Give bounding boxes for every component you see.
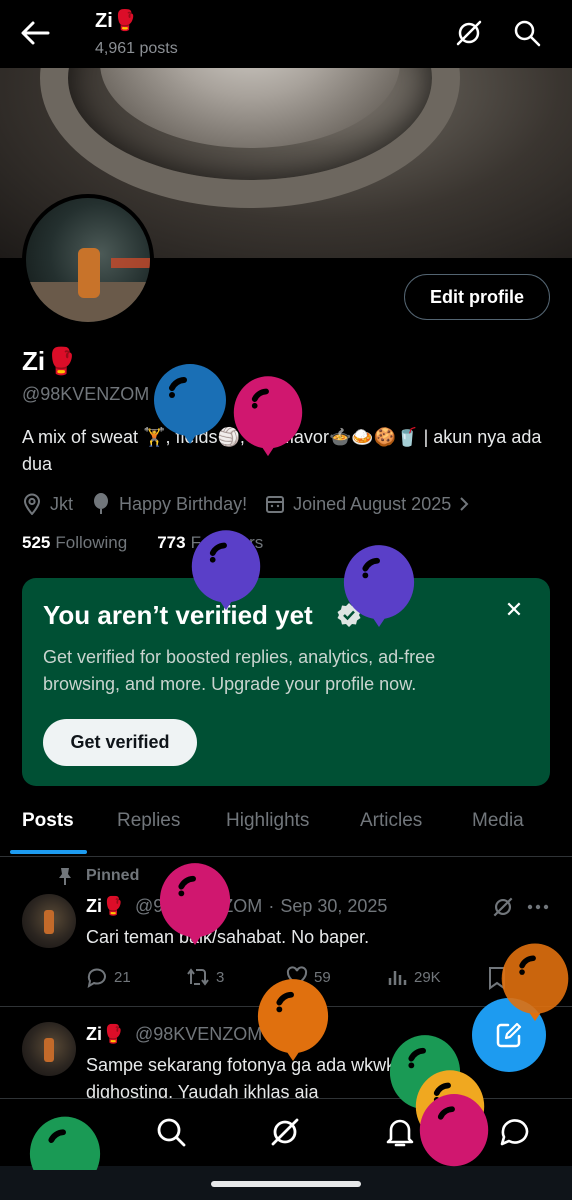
avatar[interactable] <box>22 194 154 326</box>
following-link[interactable]: 525 Following <box>22 533 127 553</box>
chevron-right-icon <box>460 497 469 511</box>
birthday-text: Happy Birthday! <box>119 493 248 514</box>
tab-posts[interactable]: Posts <box>22 810 74 832</box>
tab-replies[interactable]: Replies <box>117 810 180 832</box>
profile-handle: @98KVENZOM <box>22 384 150 404</box>
location-icon <box>23 493 41 515</box>
reply-icon <box>87 968 106 988</box>
grok-icon[interactable] <box>454 18 484 48</box>
birthday-item: Happy Birthday! <box>91 493 247 515</box>
post-author-name[interactable]: Zi🥊 <box>86 896 124 917</box>
grok-icon[interactable] <box>490 894 516 920</box>
post-dot: · <box>268 896 275 916</box>
post-avatar[interactable] <box>22 894 76 948</box>
verify-title: You aren’t verified yet <box>43 600 313 630</box>
balloon-icon <box>159 863 231 946</box>
views-count: 29K <box>414 968 441 986</box>
tab-highlights[interactable]: Highlights <box>226 810 309 832</box>
get-verified-button[interactable]: Get verified <box>43 719 197 766</box>
joined-item[interactable]: Joined August 2025 <box>265 493 479 515</box>
edit-profile-button[interactable]: Edit profile <box>404 274 550 320</box>
post-handle[interactable]: @98KVENZOM <box>135 1024 262 1045</box>
tab-media[interactable]: Media <box>472 810 524 832</box>
post-avatar[interactable] <box>22 1022 76 1076</box>
balloon-icon <box>257 979 329 1062</box>
home-gesture-bar[interactable] <box>211 1181 361 1187</box>
top-bar: Zi🥊 4,961 posts <box>0 0 572 68</box>
reply-action[interactable]: 21 <box>86 966 131 988</box>
pin-icon <box>59 868 71 885</box>
views-action[interactable]: 29K <box>386 966 441 988</box>
following-count: 525 <box>22 533 51 552</box>
balloon-icon <box>419 1094 489 1167</box>
following-label: Following <box>55 533 128 552</box>
header-title: Zi🥊 <box>95 10 138 32</box>
search-icon[interactable] <box>154 1115 188 1149</box>
repost-icon <box>187 968 209 986</box>
balloon-icon <box>501 943 569 1022</box>
profile-tabs: Posts Replies Highlights Articles Media <box>0 800 572 857</box>
pinned-indicator: Pinned <box>56 866 139 886</box>
location-text: Jkt <box>50 493 74 514</box>
joined-text: Joined August 2025 <box>293 493 452 514</box>
repost-count: 3 <box>216 968 225 986</box>
profile-name: Zi🥊 <box>22 346 78 376</box>
repost-action[interactable]: 3 <box>186 966 224 988</box>
verify-card: You aren’t verified yet ✕ Get verified f… <box>22 578 550 786</box>
reply-count: 21 <box>114 968 131 986</box>
tab-articles[interactable]: Articles <box>360 810 422 832</box>
tab-indicator <box>10 850 87 854</box>
grok-icon[interactable] <box>268 1115 302 1149</box>
balloon-icon <box>191 530 261 611</box>
followers-count: 773 <box>157 533 186 552</box>
search-icon[interactable] <box>512 18 542 48</box>
balloon-icon <box>94 493 109 514</box>
messages-icon[interactable] <box>497 1115 531 1149</box>
profile-meta: Jkt Happy Birthday! Joined August 2025 <box>22 490 497 518</box>
pinned-label: Pinned <box>86 867 140 884</box>
header-post-count: 4,961 posts <box>95 40 178 57</box>
location-item: Jkt <box>22 493 73 515</box>
arrow-left-icon[interactable] <box>18 18 52 48</box>
post-time[interactable]: Sep 30, 2025 <box>280 896 387 917</box>
post-author-name[interactable]: Zi🥊 <box>86 1024 124 1045</box>
balloon-icon <box>154 364 226 444</box>
balloon-icon <box>233 376 303 457</box>
balloon-icon <box>29 1116 101 1170</box>
verify-text: Get verified for boosted replies, analyt… <box>43 647 436 694</box>
calendar-icon <box>266 496 285 513</box>
views-icon <box>388 971 407 985</box>
balloon-icon <box>343 545 415 628</box>
more-icon[interactable] <box>526 898 550 916</box>
close-icon[interactable]: ✕ <box>502 598 526 622</box>
